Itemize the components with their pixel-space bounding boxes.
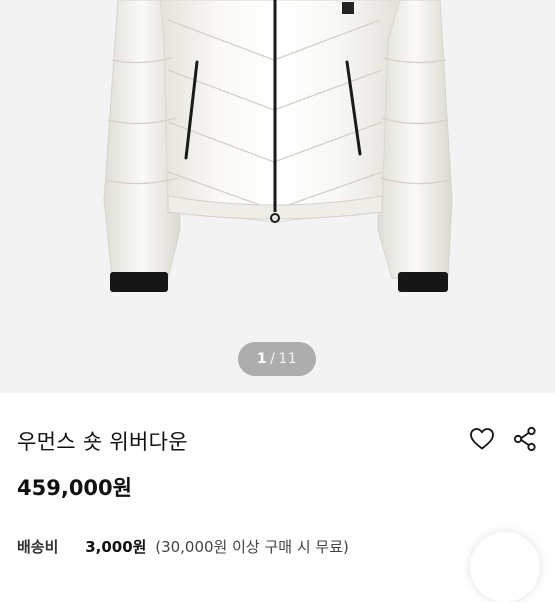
shipping-fee: 3,000원	[85, 538, 147, 556]
image-counter-separator: /	[270, 351, 276, 367]
image-counter-current: 1	[256, 351, 268, 367]
product-image[interactable]: 1 / 11	[0, 0, 555, 393]
image-counter-total: 11	[278, 351, 298, 367]
share-button[interactable]	[510, 424, 540, 454]
heart-outline-icon	[470, 428, 494, 450]
image-counter: 1 / 11	[238, 342, 316, 376]
share-icon	[513, 426, 536, 452]
like-button[interactable]	[467, 424, 497, 454]
floating-button[interactable]	[470, 532, 540, 602]
shipping-note: (30,000원 이상 구매 시 무료)	[155, 538, 349, 556]
shipping-label: 배송비	[17, 538, 59, 556]
product-price: 459,000원	[17, 476, 132, 500]
down-jacket-illustration	[103, 0, 453, 292]
shipping-info: 배송비 3,000원 (30,000원 이상 구매 시 무료)	[17, 536, 349, 557]
product-title: 우먼스 숏 위버다운	[17, 430, 188, 454]
